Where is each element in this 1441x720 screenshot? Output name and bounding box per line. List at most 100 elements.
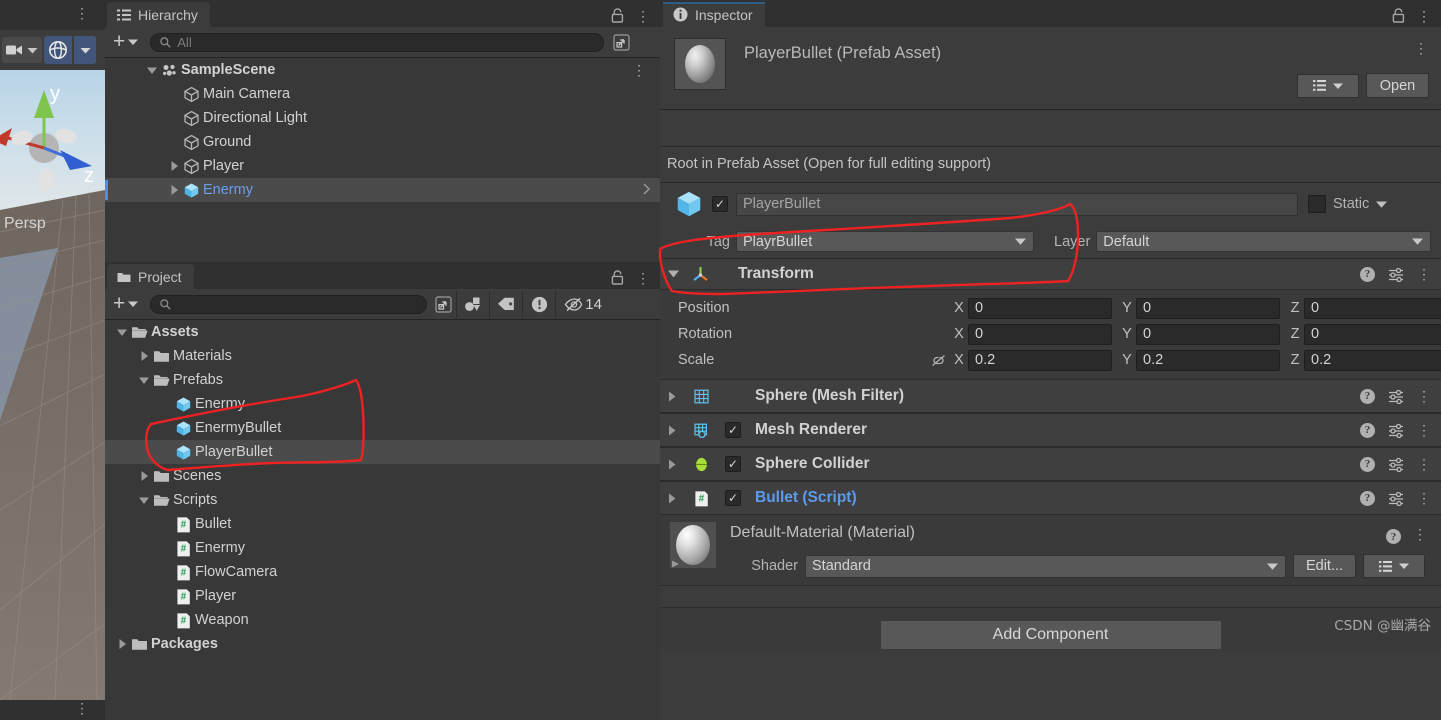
project-expand-button[interactable] (430, 293, 456, 315)
hierarchy-item-main-camera[interactable]: Main Camera (105, 82, 660, 106)
preset-settings-icon[interactable] (1388, 389, 1404, 404)
project-item-scenes[interactable]: Scenes (105, 464, 660, 488)
preset-settings-icon[interactable] (1388, 423, 1404, 438)
kebab-menu-icon[interactable]: ⋮ (636, 271, 650, 285)
project-item-enermybullet[interactable]: EnermyBullet (105, 416, 660, 440)
project-item-assets[interactable]: Assets (105, 320, 660, 344)
project-item-enermy[interactable]: Enermy (105, 392, 660, 416)
project-item-bullet[interactable]: # Bullet (105, 512, 660, 536)
lock-icon[interactable] (611, 8, 624, 23)
transform-position-z-input[interactable]: 0 (1304, 297, 1441, 319)
hierarchy-item-player[interactable]: Player (105, 154, 660, 178)
chevron-down-icon[interactable] (115, 320, 129, 344)
project-item-scripts[interactable]: Scripts (105, 488, 660, 512)
preset-settings-icon[interactable] (1388, 491, 1404, 506)
help-icon[interactable]: ? (1360, 490, 1375, 506)
link-broken-icon[interactable] (926, 352, 950, 369)
tag-dropdown[interactable]: PlayrBullet (736, 231, 1034, 252)
hierarchy-item-ground[interactable]: Ground (105, 130, 660, 154)
gameobject-enabled-checkbox[interactable]: ✓ (712, 196, 728, 212)
transform-scale-y-input[interactable]: 0.2 (1136, 349, 1280, 371)
help-icon[interactable]: ? (1360, 456, 1375, 472)
shader-dropdown[interactable]: Standard (805, 554, 1286, 578)
open-prefab-button[interactable]: Open (1366, 73, 1429, 98)
kebab-menu-icon[interactable]: ⋮ (1414, 41, 1428, 55)
scene-gizmo-toggle[interactable] (44, 36, 72, 64)
shader-edit-button[interactable]: Edit... (1293, 554, 1356, 578)
gameobject-name-input[interactable]: PlayerBullet (736, 192, 1298, 216)
hierarchy-item-enermy[interactable]: Enermy (105, 178, 660, 202)
transform-component-header[interactable]: Transform ? ⋮ (660, 258, 1441, 290)
layer-dropdown[interactable]: Default (1096, 231, 1431, 252)
project-item-player[interactable]: # Player (105, 584, 660, 608)
scene-camera-button[interactable] (2, 37, 42, 63)
hierarchy-item-samplescene[interactable]: SampleScene ⋮ (105, 58, 660, 82)
transform-position-y-input[interactable]: 0 (1136, 297, 1280, 319)
kebab-menu-icon[interactable]: ⋮ (1417, 491, 1431, 505)
help-icon[interactable]: ? (1360, 266, 1375, 282)
kebab-menu-icon[interactable]: ⋮ (75, 701, 89, 715)
component-header-sphere-mesh-filter[interactable]: Sphere (Mesh Filter)? ⋮ (660, 379, 1441, 413)
project-hidden-count[interactable]: 14 (555, 290, 610, 318)
chevron-right-icon[interactable] (668, 459, 680, 470)
chevron-down-icon[interactable] (668, 270, 679, 278)
project-item-weapon[interactable]: # Weapon (105, 608, 660, 632)
chevron-right-icon[interactable] (668, 425, 680, 436)
chevron-down-icon[interactable] (137, 488, 151, 512)
project-search-input[interactable] (150, 294, 428, 314)
project-item-playerbullet[interactable]: PlayerBullet (105, 440, 660, 464)
preset-settings-icon[interactable] (1388, 267, 1404, 282)
transform-rotation-z-input[interactable]: 0 (1304, 323, 1441, 345)
lock-icon[interactable] (611, 270, 624, 285)
component-enabled-checkbox[interactable]: ✓ (725, 490, 741, 506)
component-header-sphere-collider[interactable]: ✓ Sphere Collider? ⋮ (660, 447, 1441, 481)
chevron-down-icon[interactable] (137, 368, 151, 392)
component-header-mesh-renderer[interactable]: ✓ Mesh Renderer? ⋮ (660, 413, 1441, 447)
tab-hierarchy[interactable]: Hierarchy (107, 2, 210, 27)
project-item-materials[interactable]: Materials (105, 344, 660, 368)
hierarchy-tree[interactable]: SampleScene ⋮ Main Camera Directional Light… (105, 58, 660, 262)
transform-rotation-x-input[interactable]: 0 (968, 323, 1112, 345)
chevron-right-icon[interactable] (137, 344, 151, 368)
project-item-enermy[interactable]: # Enermy (105, 536, 660, 560)
transform-scale-x-input[interactable]: 0.2 (968, 349, 1112, 371)
lock-icon[interactable] (1392, 8, 1405, 23)
project-item-flowcamera[interactable]: # FlowCamera (105, 560, 660, 584)
project-label-filter-button[interactable] (489, 290, 522, 318)
preset-dropdown-button[interactable] (1297, 73, 1359, 98)
project-warning-filter-button[interactable] (522, 290, 555, 318)
project-tree[interactable]: Assets Materials Prefabs Enermy EnermyBullet… (105, 320, 660, 720)
project-item-packages[interactable]: Packages (105, 632, 660, 656)
material-preset-button[interactable] (1363, 554, 1425, 578)
kebab-menu-icon[interactable]: ⋮ (1417, 457, 1431, 471)
help-icon[interactable]: ? (1360, 388, 1375, 404)
project-asset-filter-button[interactable] (456, 290, 489, 318)
help-icon[interactable]: ? (1386, 529, 1401, 544)
transform-rotation-y-input[interactable]: 0 (1136, 323, 1280, 345)
kebab-menu-icon[interactable]: ⋮ (636, 9, 650, 23)
kebab-menu-icon[interactable]: ⋮ (1417, 389, 1431, 403)
component-header-bullet-script[interactable]: # ✓ Bullet (Script)? ⋮ (660, 481, 1441, 515)
preset-settings-icon[interactable] (1388, 457, 1404, 472)
scene-viewport[interactable]: y z Persp (0, 70, 105, 700)
chevron-right-icon[interactable] (167, 154, 181, 178)
chevron-right-icon[interactable] (137, 464, 151, 488)
add-component-button[interactable]: Add Component (879, 620, 1222, 650)
kebab-menu-icon[interactable]: ⋮ (1417, 267, 1431, 281)
chevron-right-icon[interactable] (115, 632, 129, 656)
chevron-right-icon[interactable] (167, 178, 181, 202)
component-enabled-checkbox[interactable]: ✓ (725, 422, 741, 438)
transform-position-x-input[interactable]: 0 (968, 297, 1112, 319)
kebab-menu-icon[interactable]: ⋮ (1417, 9, 1431, 23)
kebab-menu-icon[interactable]: ⋮ (1417, 423, 1431, 437)
axis-gizmo[interactable]: y z (0, 70, 105, 200)
chevron-right-icon[interactable] (643, 182, 651, 198)
hierarchy-item-directional-light[interactable]: Directional Light (105, 106, 660, 130)
chevron-right-icon[interactable] (668, 391, 680, 402)
help-icon[interactable]: ? (1360, 422, 1375, 438)
kebab-menu-icon[interactable]: ⋮ (1413, 527, 1427, 541)
kebab-menu-icon[interactable]: ⋮ (632, 63, 646, 77)
transform-scale-z-input[interactable]: 0.2 (1304, 349, 1441, 371)
project-add-button[interactable]: + (109, 293, 142, 315)
kebab-menu-icon[interactable]: ⋮ (75, 6, 89, 20)
